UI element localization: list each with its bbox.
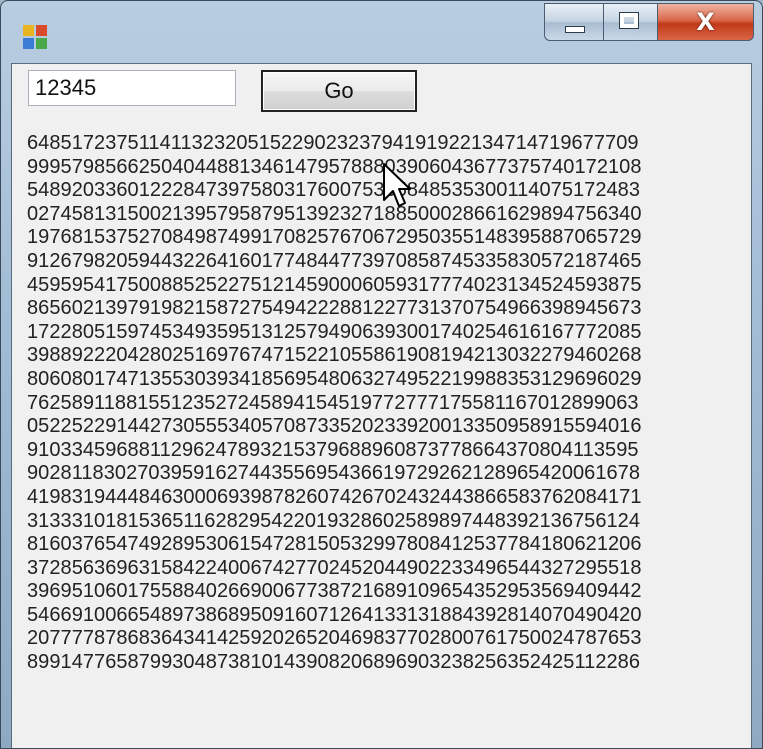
output-line: 8060801747135530393418569548063274952219… (27, 367, 642, 390)
output-line: 3133310181536511628295422019328602589897… (27, 509, 641, 532)
app-icon[interactable] (23, 25, 49, 51)
output-line: 4198319444846300069398782607426702432443… (27, 485, 642, 508)
go-button[interactable]: Go (261, 70, 417, 112)
output-line: 8991477658799304873810143908206896903238… (27, 651, 641, 674)
number-input[interactable]: 12345 (28, 70, 236, 106)
title-bar[interactable]: X (1, 1, 762, 61)
output-line: 5466910066548973868950916071264133131884… (27, 603, 642, 626)
maximize-button[interactable] (604, 3, 658, 41)
output-line: 3988922204280251697674715221055861908194… (27, 344, 642, 367)
output-line: 9126798205944322641601774844773970858745… (27, 249, 642, 272)
output-line: 6485172375114113232051522902323794191922… (27, 132, 639, 154)
output-line: 3728563696315842240067427702452044902233… (27, 556, 642, 579)
maximize-icon (619, 12, 639, 29)
output-line: 2077778786836434142592026520469837702800… (27, 627, 642, 650)
output-line: 8656021397919821587275494222881227731370… (27, 297, 642, 320)
app-window: X 12345 Go 64851723751141132320515229023… (0, 0, 763, 749)
output-line: 9028118302703959162744355695436619729262… (27, 462, 641, 485)
output-line: 1976815375270849874991708257670672950355… (27, 226, 642, 249)
mouse-cursor-icon (383, 163, 411, 207)
close-icon: X (696, 8, 715, 36)
client-area: 12345 Go 6485172375114113232051522902323… (11, 63, 752, 748)
minimize-icon (565, 26, 585, 33)
close-button[interactable]: X (658, 3, 754, 41)
output-line: 8160376547492895306154728150532997808412… (27, 533, 642, 556)
output-line: 9103345968811296247893215379688960873778… (27, 438, 639, 461)
window-controls: X (544, 3, 754, 43)
output-line: 1722805159745349359513125794906393001740… (27, 320, 642, 343)
output-line: 0522522914427305553405708733520233920013… (27, 415, 642, 438)
output-line: 3969510601755884026690067738721689109654… (27, 580, 642, 603)
output-line: 7625891188155123527245894154519772777175… (27, 391, 639, 414)
digits-output: 6485172375114113232051522902323794191922… (27, 132, 751, 675)
minimize-button[interactable] (544, 3, 604, 41)
output-line: 4595954175008852522751214590006059317774… (27, 273, 642, 296)
